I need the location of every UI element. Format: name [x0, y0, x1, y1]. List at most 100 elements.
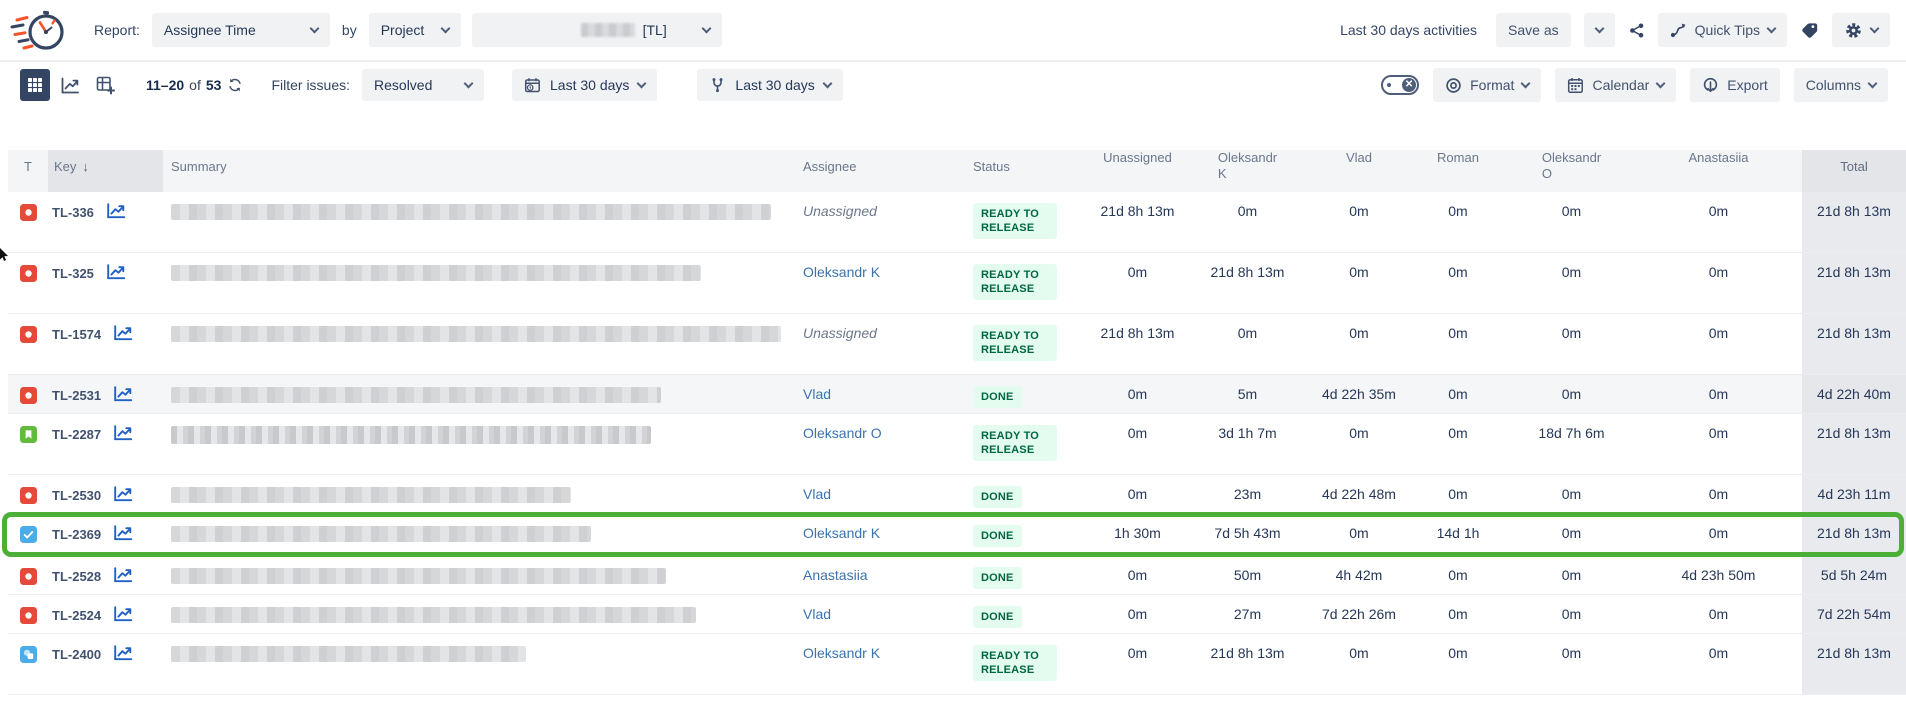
time-value-cell: 0m [1185, 192, 1310, 252]
add-view-button[interactable] [90, 69, 120, 101]
status-badge: DONE [973, 606, 1022, 628]
export-button[interactable]: Export [1690, 68, 1779, 102]
column-header-status[interactable]: Status [965, 150, 1090, 192]
quick-tips-button[interactable]: Quick Tips [1658, 13, 1787, 47]
assignee-name[interactable]: Vlad [803, 606, 831, 622]
time-value-cell: 0m [1310, 414, 1408, 474]
assignee-name: Unassigned [803, 203, 877, 219]
assignee-name[interactable]: Oleksandr O [803, 425, 882, 441]
time-value-cell: 0m [1635, 414, 1802, 474]
table-row: TL-2530VladDONE0m23m4d 22h 48m0m0m0m4d 2… [8, 475, 1906, 514]
chevron-down-icon [637, 78, 647, 88]
calendar-button[interactable]: Calendar [1555, 68, 1676, 102]
user-column-label: Anastasiia [1689, 150, 1749, 165]
bug-issue-type-icon [20, 607, 37, 633]
summary-redacted [171, 265, 701, 281]
table-row: TL-2524VladDONE0m27m7d 22h 26m0m0m0m7d 2… [8, 595, 1906, 634]
toggle-off[interactable]: ✕ [1381, 75, 1419, 95]
issue-key[interactable]: TL-2369 [52, 525, 101, 543]
issue-key[interactable]: TL-1574 [52, 325, 101, 343]
column-header-user[interactable]: Anastasiia [1635, 150, 1802, 192]
user-column-label: OleksandrK [1218, 150, 1277, 182]
issue-date-filter-value: Last 30 days [550, 77, 629, 93]
assignee-name[interactable]: Oleksandr K [803, 645, 880, 661]
grid-view-button[interactable] [20, 69, 50, 101]
chart-view-button[interactable] [55, 69, 85, 101]
worklog-date-filter-value: Last 30 days [735, 77, 814, 93]
summary-redacted [171, 568, 666, 584]
assignee-name[interactable]: Oleksandr K [803, 264, 880, 280]
column-header-user[interactable]: OleksandrK [1185, 150, 1310, 192]
trend-chart-icon[interactable] [113, 525, 133, 541]
trend-chart-icon[interactable] [113, 325, 133, 341]
user-column-label: OleksandrO [1542, 150, 1601, 182]
project-select[interactable]: [TL] [472, 13, 722, 47]
assignee-name[interactable]: Vlad [803, 386, 831, 402]
refresh-icon[interactable] [227, 77, 243, 93]
trend-chart-icon[interactable] [106, 203, 126, 219]
assignee-name[interactable]: Anastasiia [803, 567, 868, 583]
time-value-cell: 0m [1090, 595, 1185, 633]
issue-key[interactable]: TL-336 [52, 203, 94, 221]
total-value-cell: 4d 22h 40m [1802, 375, 1906, 413]
total-value-cell: 21d 8h 13m [1802, 514, 1906, 555]
issue-key[interactable]: TL-2400 [52, 645, 101, 663]
issue-date-filter-select[interactable]: Last 30 days [512, 69, 657, 101]
trend-chart-icon[interactable] [113, 606, 133, 622]
issue-key[interactable]: TL-325 [52, 264, 94, 282]
trend-chart-icon[interactable] [113, 386, 133, 402]
table-row: TL-1574UnassignedREADY TO RELEASE21d 8h … [8, 314, 1906, 375]
status-badge: READY TO RELEASE [973, 325, 1057, 361]
report-table: T Key ↓ Summary Assignee Status Unassign… [8, 150, 1906, 695]
table-row: TL-2369Oleksandr KDONE1h 30m7d 5h 43m0m1… [8, 514, 1906, 556]
issue-key[interactable]: TL-2524 [52, 606, 101, 624]
trend-chart-icon[interactable] [113, 567, 133, 583]
settings-button[interactable] [1832, 13, 1890, 47]
time-value-cell: 0m [1408, 253, 1508, 313]
column-header-user[interactable]: Unassigned [1090, 150, 1185, 192]
format-target-icon [1445, 77, 1462, 94]
status-badge: DONE [973, 386, 1022, 408]
report-type-select[interactable]: Assignee Time [152, 13, 330, 47]
status-filter-select[interactable]: Resolved [362, 69, 484, 101]
time-value-cell: 0m [1508, 314, 1635, 374]
column-header-total[interactable]: Total [1802, 150, 1906, 192]
status-badge: DONE [973, 486, 1022, 508]
column-header-key[interactable]: Key ↓ [48, 150, 163, 192]
issue-key[interactable]: TL-2530 [52, 486, 101, 504]
column-header-type[interactable]: T [8, 150, 48, 192]
grouping-select[interactable]: Project [369, 13, 461, 47]
save-as-dropdown-button[interactable] [1584, 13, 1615, 47]
issue-key[interactable]: TL-2528 [52, 567, 101, 585]
assignee-name[interactable]: Vlad [803, 486, 831, 502]
time-value-cell: 14d 1h [1408, 514, 1508, 555]
tag-icon[interactable] [1800, 21, 1819, 40]
issue-key[interactable]: TL-2531 [52, 386, 101, 404]
time-value-cell: 21d 8h 13m [1185, 634, 1310, 694]
activities-label[interactable]: Last 30 days activities [1340, 22, 1477, 38]
trend-chart-icon[interactable] [113, 486, 133, 502]
time-value-cell: 27m [1185, 595, 1310, 633]
time-value-cell: 0m [1310, 314, 1408, 374]
trend-chart-icon[interactable] [106, 264, 126, 280]
share-icon[interactable] [1628, 22, 1645, 39]
trend-chart-icon[interactable] [113, 645, 133, 661]
time-value-cell: 0m [1408, 634, 1508, 694]
summary-redacted [171, 204, 771, 220]
column-header-user[interactable]: Vlad [1310, 150, 1408, 192]
column-header-user[interactable]: OleksandrO [1508, 150, 1635, 192]
column-header-user[interactable]: Roman [1408, 150, 1508, 192]
top-bar: Report: Assignee Time by Project [TL] La… [0, 0, 1906, 62]
columns-button[interactable]: Columns [1794, 68, 1888, 102]
project-key: [TL] [643, 22, 667, 38]
column-header-summary[interactable]: Summary [163, 150, 795, 192]
table-row: TL-2287Oleksandr OREADY TO RELEASE0m3d 1… [8, 414, 1906, 475]
trend-chart-icon[interactable] [113, 425, 133, 441]
issue-key[interactable]: TL-2287 [52, 425, 101, 443]
format-button[interactable]: Format [1433, 68, 1541, 102]
worklog-date-filter-select[interactable]: Last 30 days [697, 69, 842, 101]
assignee-name[interactable]: Oleksandr K [803, 525, 880, 541]
save-as-button[interactable]: Save as [1496, 13, 1571, 47]
toggle-dot [1387, 83, 1391, 87]
column-header-assignee[interactable]: Assignee [795, 150, 965, 192]
